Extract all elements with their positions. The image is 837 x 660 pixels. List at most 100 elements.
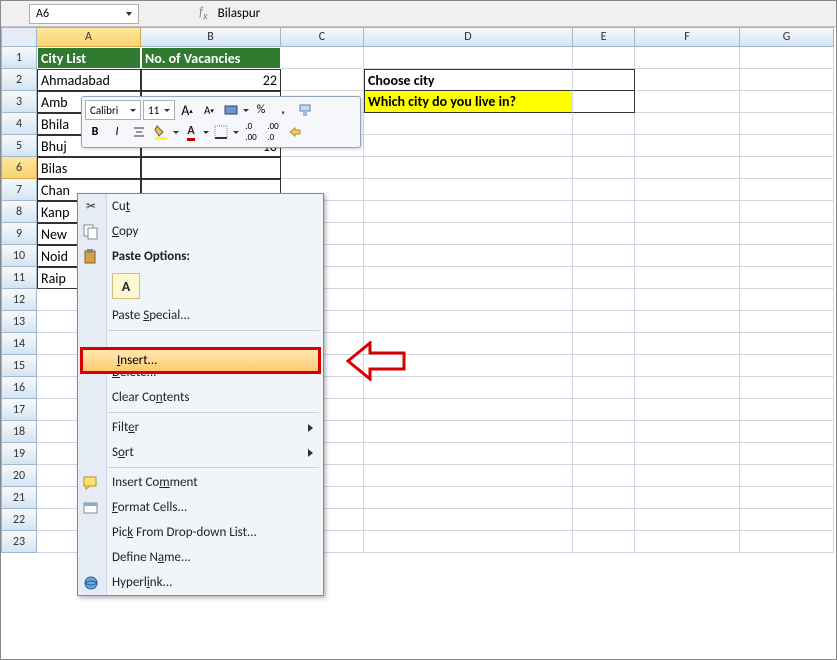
cell-G18[interactable] [740,421,834,443]
cell-D7[interactable] [364,179,573,201]
menu-cut[interactable]: ✂ Cut [78,194,323,219]
cell-F11[interactable] [635,267,740,289]
cell-D22[interactable] [364,509,573,531]
cell-G1[interactable] [740,47,834,69]
cell-D23[interactable] [364,531,573,553]
cell-B1[interactable]: No. of Vacancies [141,47,281,69]
cell-E3[interactable] [573,91,635,113]
italic-icon[interactable]: I [107,122,127,142]
cell-E19[interactable] [573,443,635,465]
row-header-6[interactable]: 6 [1,157,37,179]
chevron-down-icon[interactable] [233,131,239,134]
cell-F15[interactable] [635,355,740,377]
cell-F10[interactable] [635,245,740,267]
cell-D1[interactable] [364,47,573,69]
cell-F19[interactable] [635,443,740,465]
cell-F20[interactable] [635,465,740,487]
cell-G12[interactable] [740,289,834,311]
cell-E6[interactable] [573,157,635,179]
cell-F8[interactable] [635,201,740,223]
cell-G16[interactable] [740,377,834,399]
cell-G8[interactable] [740,201,834,223]
cell-F2[interactable] [635,69,740,91]
cell-D5[interactable] [364,135,573,157]
menu-paste-option-text[interactable]: A [78,269,323,303]
cell-E22[interactable] [573,509,635,531]
menu-insert-comment[interactable]: Insert Comment [78,470,323,495]
cell-E8[interactable] [573,201,635,223]
cell-C6[interactable] [281,157,364,179]
borders-icon[interactable] [211,122,231,142]
chevron-down-icon[interactable] [173,131,179,134]
bold-icon[interactable]: B [85,122,105,142]
cell-F1[interactable] [635,47,740,69]
col-header-D[interactable]: D [364,27,573,47]
cell-F17[interactable] [635,399,740,421]
cell-G15[interactable] [740,355,834,377]
menu-pick-from-list[interactable]: Pick From Drop-down List... [78,520,323,545]
cell-G5[interactable] [740,135,834,157]
cell-G4[interactable] [740,113,834,135]
cell-D11[interactable] [364,267,573,289]
cell-D3[interactable]: Which city do you live in? [364,91,573,113]
cell-B6[interactable] [141,157,281,179]
percent-icon[interactable]: % [251,100,271,120]
cell-E14[interactable] [573,333,635,355]
font-color-icon[interactable]: A [181,122,201,142]
cell-F9[interactable] [635,223,740,245]
mini-font-size[interactable]: 11 [143,100,175,120]
row-header-20[interactable]: 20 [1,465,37,487]
row-header-23[interactable]: 23 [1,531,37,553]
cell-E13[interactable] [573,311,635,333]
cell-D18[interactable] [364,421,573,443]
cell-E2[interactable] [573,69,635,91]
cell-D21[interactable] [364,487,573,509]
cell-D12[interactable] [364,289,573,311]
currency-icon[interactable] [221,100,241,120]
cell-D2[interactable]: Choose city [364,69,573,91]
cell-G17[interactable] [740,399,834,421]
cell-F5[interactable] [635,135,740,157]
align-center-icon[interactable] [129,122,149,142]
menu-clear-contents[interactable]: Clear Contents [78,385,323,410]
row-header-10[interactable]: 10 [1,245,37,267]
menu-sort[interactable]: Sort [78,440,323,465]
row-header-19[interactable]: 19 [1,443,37,465]
merge-icon[interactable] [285,122,305,142]
menu-format-cells[interactable]: Format Cells... [78,495,323,520]
row-header-7[interactable]: 7 [1,179,37,201]
cell-D17[interactable] [364,399,573,421]
row-header-4[interactable]: 4 [1,113,37,135]
cell-F4[interactable] [635,113,740,135]
cell-D8[interactable] [364,201,573,223]
cell-G10[interactable] [740,245,834,267]
cell-E18[interactable] [573,421,635,443]
cell-E7[interactable] [573,179,635,201]
row-header-2[interactable]: 2 [1,69,37,91]
cell-A6[interactable]: Bilas [37,157,141,179]
row-header-16[interactable]: 16 [1,377,37,399]
cell-E16[interactable] [573,377,635,399]
cell-G23[interactable] [740,531,834,553]
row-header-11[interactable]: 11 [1,267,37,289]
col-header-B[interactable]: B [141,27,281,47]
cell-F22[interactable] [635,509,740,531]
format-painter-icon[interactable] [295,100,315,120]
cell-E4[interactable] [573,113,635,135]
cell-B2[interactable]: 22 [141,69,281,91]
decrease-decimal-icon[interactable]: .00.0 [263,122,283,142]
col-header-G[interactable]: G [740,27,834,47]
cell-G11[interactable] [740,267,834,289]
row-header-3[interactable]: 3 [1,91,37,113]
cell-G7[interactable] [740,179,834,201]
cell-G13[interactable] [740,311,834,333]
decrease-font-icon[interactable]: A▾ [199,100,219,120]
row-header-14[interactable]: 14 [1,333,37,355]
row-header-12[interactable]: 12 [1,289,37,311]
cell-F7[interactable] [635,179,740,201]
cell-E21[interactable] [573,487,635,509]
cell-E10[interactable] [573,245,635,267]
cell-A1[interactable]: City List [37,47,141,69]
increase-decimal-icon[interactable]: .0.00 [241,122,261,142]
comma-icon[interactable]: , [273,100,293,120]
